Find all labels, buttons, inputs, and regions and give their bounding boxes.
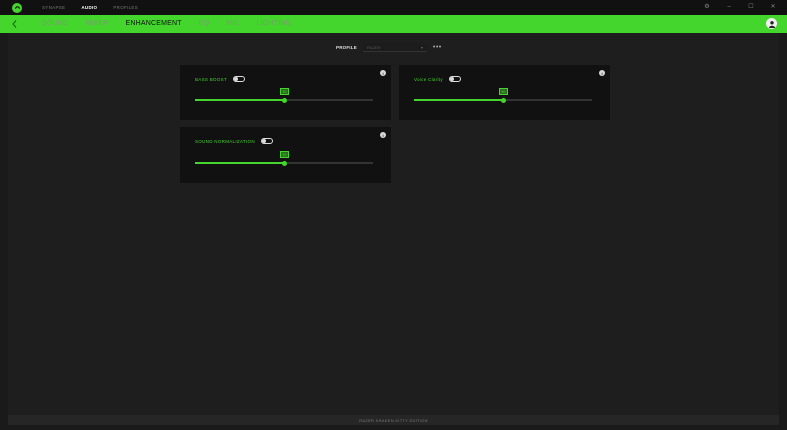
maximize-icon[interactable]: ☐ [747, 3, 755, 11]
close-icon[interactable]: ✕ [769, 3, 777, 11]
top-tabs: SYNAPSE AUDIO PROFILES [42, 5, 138, 10]
voice-clarity-card: i Voice Clarity 50 [399, 65, 610, 120]
sound-normalization-slider-thumb[interactable] [281, 160, 287, 166]
tab-sound[interactable]: SOUND [42, 15, 68, 33]
tab-lighting[interactable]: LIGHTING [257, 15, 292, 33]
settings-icon[interactable]: ⚙ [703, 3, 711, 11]
tab-mic[interactable]: MIC [226, 15, 239, 33]
info-icon[interactable]: i [599, 70, 605, 76]
device-name: RAZER KRAKEN KITTY EDITION [359, 417, 428, 423]
bass-boost-slider-fill [195, 99, 284, 101]
chevron-down-icon: ▾ [420, 44, 423, 50]
bass-boost-label: BASS BOOST [195, 76, 228, 82]
profile-dropdown-value: RAZER [366, 44, 381, 50]
voice-clarity-slider-fill [414, 99, 503, 101]
bass-boost-slider[interactable] [195, 97, 373, 103]
window-controls: ⚙ – ☐ ✕ [703, 3, 777, 11]
voice-clarity-label: Voice Clarity [414, 76, 443, 82]
user-avatar-icon[interactable] [766, 18, 777, 29]
voice-clarity-header: Voice Clarity [414, 76, 461, 82]
sound-normalization-label: SOUND NORMALIZATION [195, 138, 255, 144]
title-bar: SYNAPSE AUDIO PROFILES ⚙ – ☐ ✕ [0, 0, 787, 15]
nav-tabs: SOUND MIXER ENHANCEMENT EQ MIC LIGHTING [42, 15, 291, 33]
profile-row: PROFILE RAZER ▾ ••• [336, 43, 442, 52]
sound-normalization-card: i SOUND NORMALIZATION 50 [180, 127, 391, 183]
bass-boost-slider-thumb[interactable] [281, 97, 287, 103]
tab-eq[interactable]: EQ [199, 15, 210, 33]
profile-label: PROFILE [336, 45, 357, 50]
status-bar: RAZER KRAKEN KITTY EDITION [8, 415, 779, 425]
nav-bar: SOUND MIXER ENHANCEMENT EQ MIC LIGHTING [0, 15, 787, 33]
tab-mixer[interactable]: MIXER [85, 15, 108, 33]
sound-normalization-slider-fill [195, 162, 284, 164]
top-tab-audio[interactable]: AUDIO [81, 5, 97, 10]
profile-dropdown[interactable]: RAZER ▾ [362, 43, 427, 52]
info-icon[interactable]: i [380, 70, 386, 76]
voice-clarity-slider[interactable] [414, 97, 592, 103]
sound-normalization-slider[interactable] [195, 160, 373, 166]
bass-boost-toggle[interactable] [233, 76, 246, 82]
razer-logo-icon [12, 2, 22, 13]
bass-boost-card: i BASS BOOST 50 [180, 65, 391, 120]
top-tab-synapse[interactable]: SYNAPSE [42, 5, 65, 10]
minimize-icon[interactable]: – [725, 3, 733, 11]
info-icon[interactable]: i [380, 132, 386, 138]
top-tab-profiles[interactable]: PROFILES [113, 5, 138, 10]
voice-clarity-value: 50 [499, 88, 508, 95]
bass-boost-header: BASS BOOST [195, 76, 246, 82]
bass-boost-value: 50 [280, 88, 289, 95]
voice-clarity-slider-thumb[interactable] [500, 97, 506, 103]
voice-clarity-toggle[interactable] [448, 76, 461, 82]
more-options-button[interactable]: ••• [433, 44, 442, 51]
sound-normalization-value: 50 [280, 151, 289, 158]
back-arrow-icon[interactable] [12, 19, 20, 29]
sound-normalization-toggle[interactable] [260, 138, 273, 144]
main-content: PROFILE RAZER ▾ ••• i BASS BOOST 50 i Vo… [8, 33, 779, 415]
sound-normalization-header: SOUND NORMALIZATION [195, 138, 273, 144]
tab-enhancement[interactable]: ENHANCEMENT [125, 15, 181, 33]
